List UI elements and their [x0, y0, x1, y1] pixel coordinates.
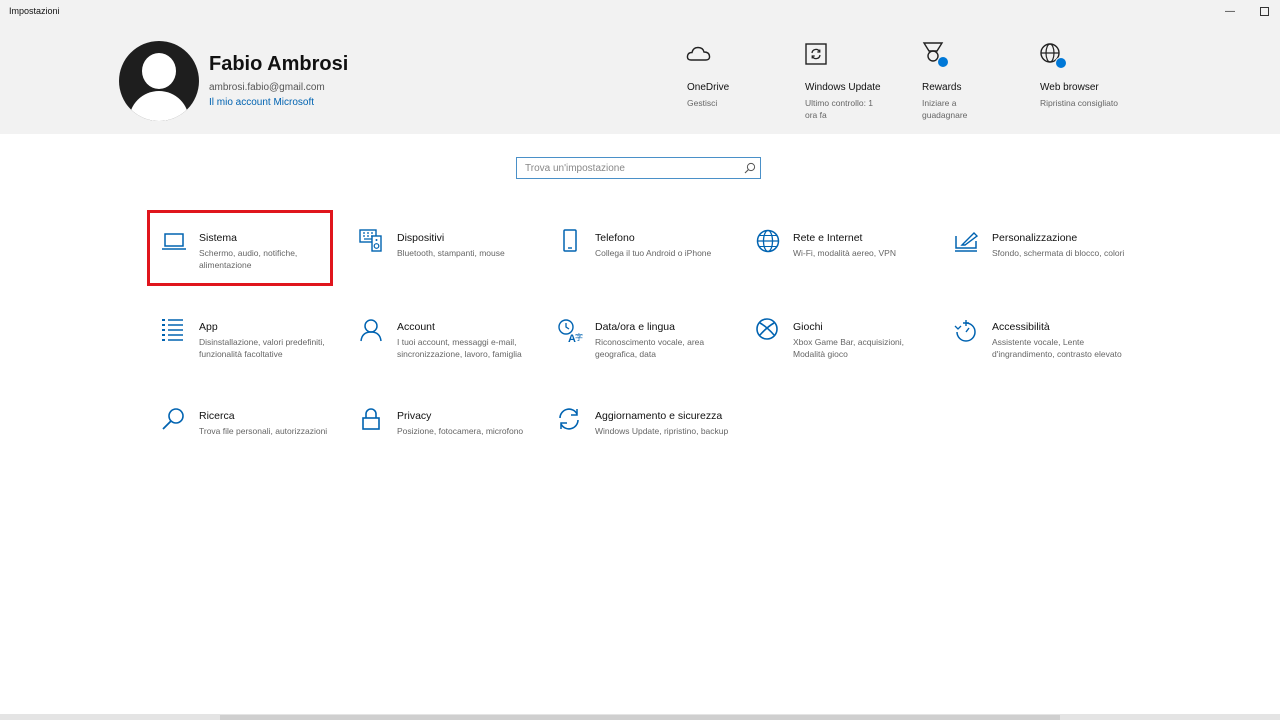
user-email: ambrosi.fabio@gmail.com	[209, 82, 325, 93]
lock-icon	[362, 408, 380, 430]
notification-badge	[937, 56, 949, 68]
highlight-box	[147, 210, 333, 286]
maximize-icon	[1259, 6, 1269, 16]
search-icon	[162, 408, 184, 430]
category-description: Riconoscimento vocale, area geografica, …	[595, 337, 705, 359]
quick-link-windows-update[interactable]: Windows Update Ultimo controllo: 1 ora f…	[805, 40, 915, 121]
scrollbar-thumb[interactable]	[220, 715, 1060, 720]
time-language-icon: A字	[558, 319, 583, 344]
category-data-ora-lingua[interactable]: A字 Data/ora e lingua Riconoscimento voca…	[557, 318, 737, 388]
category-description: Collega il tuo Android o iPhone	[595, 248, 712, 258]
category-description: I tuoi account, messaggi e-mail, sincron…	[397, 337, 522, 359]
category-description: Disinstallazione, valori predefiniti, fu…	[199, 337, 325, 359]
windows-update-icon	[804, 40, 830, 68]
accessibility-timer-icon	[954, 320, 976, 342]
user-name: Fabio Ambrosi	[209, 53, 349, 75]
category-dispositivi[interactable]: Dispositivi Bluetooth, stampanti, mouse	[359, 229, 539, 299]
category-title: Giochi	[793, 321, 823, 333]
category-description: Trova file personali, autorizzazioni	[199, 426, 328, 436]
category-ricerca[interactable]: Ricerca Trova file personali, autorizzaz…	[161, 407, 341, 477]
category-privacy[interactable]: Privacy Posizione, fotocamera, microfono	[359, 407, 539, 477]
svg-text:字: 字	[575, 332, 583, 342]
category-description: Assistente vocale, Lente d'ingrandimento…	[992, 337, 1122, 359]
category-description: Sfondo, schermata di blocco, colori	[992, 248, 1125, 258]
category-personalizzazione[interactable]: Personalizzazione Sfondo, schermata di b…	[954, 229, 1134, 299]
category-title: Rete e Internet	[793, 232, 863, 244]
category-title: Accessibilità	[992, 321, 1050, 333]
quick-link-onedrive[interactable]: OneDrive Gestisci	[686, 40, 797, 109]
quick-link-subtitle: Iniziare a guadagnare	[922, 98, 968, 120]
phone-icon	[563, 229, 577, 252]
category-description: Wi-Fi, modalità aereo, VPN	[793, 248, 896, 258]
category-title: Ricerca	[199, 410, 235, 422]
category-app[interactable]: App Disinstallazione, valori predefiniti…	[161, 318, 341, 388]
person-icon	[360, 319, 382, 342]
category-rete-internet[interactable]: Rete e Internet Wi-Fi, modalità aereo, V…	[755, 229, 935, 299]
window-title: Impostazioni	[9, 6, 60, 16]
quick-link-title: Web browser	[1040, 82, 1099, 93]
quick-link-rewards[interactable]: Rewards Iniziare a guadagnare	[922, 40, 1032, 121]
category-description: Posizione, fotocamera, microfono	[397, 426, 524, 436]
category-description: Bluetooth, stampanti, mouse	[397, 248, 505, 258]
category-title: Privacy	[397, 410, 432, 422]
category-title: Telefono	[595, 232, 635, 244]
quick-link-title: OneDrive	[687, 82, 730, 93]
category-aggiornamento-sicurezza[interactable]: Aggiornamento e sicurezza Windows Update…	[557, 407, 737, 477]
category-account[interactable]: Account I tuoi account, messaggi e-mail,…	[359, 318, 539, 388]
category-title: Aggiornamento e sicurezza	[595, 410, 723, 422]
globe-icon	[756, 229, 780, 253]
microsoft-account-link[interactable]: Il mio account Microsoft	[209, 97, 314, 108]
avatar	[119, 41, 199, 121]
search-box[interactable]	[516, 157, 761, 179]
quick-link-title: Windows Update	[805, 82, 881, 93]
category-title: Account	[397, 321, 435, 333]
cloud-icon	[686, 40, 712, 68]
notification-badge	[1055, 57, 1067, 69]
category-description: Xbox Game Bar, acquisizioni, Modalità gi…	[793, 337, 905, 359]
category-giochi[interactable]: Giochi Xbox Game Bar, acquisizioni, Moda…	[755, 318, 935, 388]
apps-list-icon	[162, 319, 183, 341]
quick-link-subtitle: Gestisci	[687, 98, 718, 108]
category-title: Personalizzazione	[992, 232, 1078, 244]
title-bar: Impostazioni —	[0, 0, 1280, 24]
category-telefono[interactable]: Telefono Collega il tuo Android o iPhone	[557, 229, 737, 299]
quick-link-subtitle: Ripristina consigliato	[1040, 98, 1118, 108]
horizontal-scrollbar[interactable]	[0, 714, 1280, 720]
devices-icon	[359, 229, 382, 252]
personalization-icon	[955, 232, 979, 252]
minimize-button[interactable]: —	[1215, 0, 1245, 22]
sync-icon	[559, 408, 579, 430]
search-icon[interactable]	[744, 162, 756, 174]
search-input[interactable]	[517, 158, 745, 178]
category-accessibilita[interactable]: Accessibilità Assistente vocale, Lente d…	[954, 318, 1134, 388]
category-description: Windows Update, ripristino, backup	[595, 426, 729, 436]
category-title: Dispositivi	[397, 232, 445, 244]
globe-icon	[1039, 40, 1067, 69]
rewards-medal-icon	[921, 40, 949, 68]
category-title: Data/ora e lingua	[595, 321, 675, 333]
header: Fabio Ambrosi ambrosi.fabio@gmail.com Il…	[0, 24, 1280, 134]
maximize-button[interactable]	[1249, 0, 1279, 22]
category-title: App	[199, 321, 218, 333]
quick-link-web-browser[interactable]: Web browser Ripristina consigliato	[1040, 40, 1150, 109]
quick-link-title: Rewards	[922, 82, 962, 93]
xbox-icon	[756, 318, 778, 340]
quick-link-subtitle: Ultimo controllo: 1 ora fa	[805, 98, 874, 120]
